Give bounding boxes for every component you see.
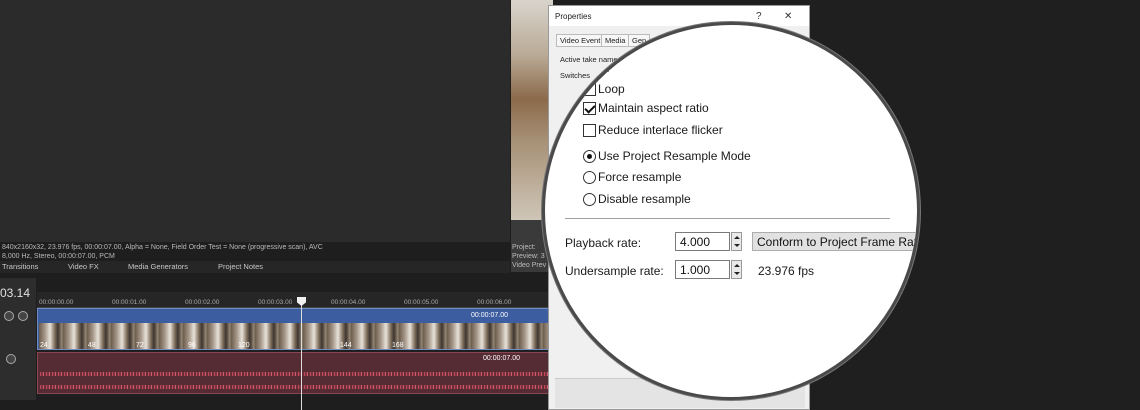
timecode-display: 03.14 bbox=[0, 286, 31, 300]
audio-clip-length: 00:00:07.00 bbox=[483, 355, 520, 362]
ruler-label: 00:00:05.00 bbox=[404, 299, 439, 306]
playback-rate-input[interactable]: 4.000 bbox=[675, 232, 730, 251]
ruler-label: 00:00:01.00 bbox=[112, 299, 147, 306]
frame-number: 72 bbox=[136, 342, 144, 349]
loop-label: Loop bbox=[598, 82, 625, 96]
tab-media[interactable]: Media bbox=[601, 34, 630, 47]
use-project-resample-label: Use Project Resample Mode bbox=[598, 149, 751, 163]
frame-number: 48 bbox=[88, 342, 96, 349]
undersample-rate-label: Undersample rate: bbox=[565, 264, 664, 278]
tab-video-preview[interactable]: Video Prev bbox=[512, 262, 546, 269]
loop-checkbox[interactable] bbox=[583, 83, 596, 96]
audio-waveform-right bbox=[40, 385, 550, 389]
preview-project-info: Project: bbox=[512, 244, 536, 251]
tab-video-event[interactable]: Video Event bbox=[556, 34, 605, 47]
frame-number: 96 bbox=[188, 342, 196, 349]
undersample-rate-input[interactable]: 1.000 bbox=[675, 260, 730, 279]
ruler-label: 00:00:00.00 bbox=[39, 299, 74, 306]
media-info-audio: 8,000 Hz, Stereo, 00:00:07.00, PCM bbox=[2, 253, 115, 260]
undersample-rate-spinner[interactable] bbox=[731, 260, 742, 279]
playback-rate-label: Playback rate: bbox=[565, 236, 642, 250]
dialog-title: Properties bbox=[555, 12, 592, 21]
ruler-label: 00:00:04.00 bbox=[331, 299, 366, 306]
solo-icon[interactable] bbox=[18, 311, 28, 321]
maintain-aspect-ratio-label: Maintain aspect ratio bbox=[598, 101, 709, 115]
maintain-aspect-ratio-checkbox[interactable] bbox=[583, 102, 596, 115]
tab-transitions[interactable]: Transitions bbox=[2, 262, 38, 271]
help-icon[interactable]: ? bbox=[756, 11, 762, 22]
disable-resample-radio[interactable] bbox=[583, 193, 596, 206]
preview-preview-info: Preview: 3 bbox=[512, 253, 545, 260]
force-resample-radio[interactable] bbox=[583, 171, 596, 184]
video-thumbnails bbox=[39, 323, 550, 349]
ruler-label: 00:00:03.00 bbox=[258, 299, 293, 306]
section-divider bbox=[565, 218, 890, 219]
magnifier-circle: k Loop Maintain aspect ratio Reduce inte… bbox=[542, 22, 920, 400]
close-icon[interactable]: ✕ bbox=[784, 11, 792, 22]
reduce-interlace-flicker-checkbox[interactable] bbox=[583, 124, 596, 137]
switches-label: Switches bbox=[560, 71, 591, 80]
frame-number: 120 bbox=[238, 342, 250, 349]
tab-video-fx[interactable]: Video FX bbox=[68, 262, 99, 271]
ruler-label: 00:00:02.00 bbox=[185, 299, 220, 306]
conform-frame-rate-button[interactable]: Conform to Project Frame Rate bbox=[752, 232, 917, 251]
disable-resample-label: Disable resample bbox=[598, 192, 691, 206]
playhead-line[interactable] bbox=[301, 298, 302, 410]
partial-text: k bbox=[603, 61, 609, 75]
audio-waveform-left bbox=[40, 372, 550, 376]
tab-project-notes[interactable]: Project Notes bbox=[218, 262, 263, 271]
fps-readout: 23.976 fps bbox=[758, 264, 815, 278]
frame-number: 144 bbox=[340, 342, 352, 349]
force-resample-label: Force resample bbox=[598, 170, 682, 184]
frame-number: 24 bbox=[40, 342, 48, 349]
frame-number: 168 bbox=[392, 342, 404, 349]
playback-rate-spinner[interactable] bbox=[731, 232, 742, 251]
ruler-label: 00:00:06.00 bbox=[477, 299, 512, 306]
reduce-interlace-flicker-label: Reduce interlace flicker bbox=[598, 123, 723, 137]
media-info-video: 840x2160x32, 23.976 fps, 00:00:07.00, Al… bbox=[2, 244, 323, 251]
tab-media-generators[interactable]: Media Generators bbox=[128, 262, 188, 271]
video-clip-length: 00:00:07.00 bbox=[471, 312, 508, 319]
mute-icon[interactable] bbox=[4, 311, 14, 321]
use-project-resample-radio[interactable] bbox=[583, 150, 596, 163]
project-media-panel bbox=[0, 0, 510, 242]
audio-record-icon[interactable] bbox=[6, 354, 16, 364]
